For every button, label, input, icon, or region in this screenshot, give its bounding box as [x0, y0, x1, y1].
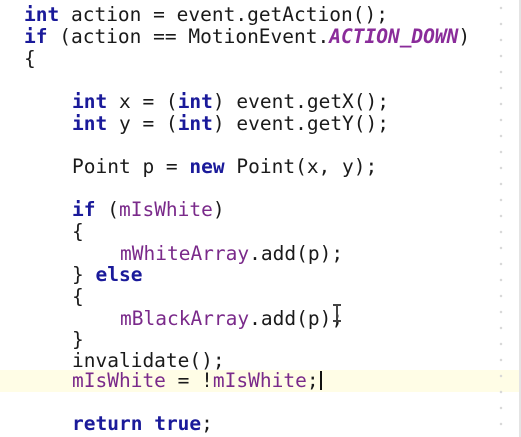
code-line-8: {: [72, 221, 84, 243]
code-line-15[interactable]: mIsWhite = !mIsWhite;: [72, 370, 322, 392]
brace: {: [72, 220, 84, 243]
keyword-int: int: [72, 90, 108, 113]
code-text: action = event.getAction();: [59, 3, 388, 26]
keyword-return: return: [72, 412, 143, 435]
code-line-5: int y = (int) event.getY();: [72, 113, 389, 135]
code-line-2: if (action == MotionEvent.ACTION_DOWN): [24, 26, 470, 48]
margin-guide: [499, 0, 503, 437]
code-text: .add(p);: [249, 307, 344, 330]
code-text: .add(p);: [249, 242, 344, 265]
code-text: Point p =: [72, 155, 190, 178]
code-text: ;: [306, 369, 319, 392]
code-line-12: mBlackArray.add(p);: [120, 308, 343, 330]
brace: }: [72, 328, 84, 351]
field-mIsWhite: mIsWhite: [118, 198, 213, 221]
keyword-int: int: [72, 112, 108, 135]
code-text: (: [95, 198, 119, 221]
code-line-7: if (mIsWhite): [72, 199, 225, 221]
code-text: Point(x, y);: [224, 155, 378, 178]
code-editor[interactable]: int action = event.getAction(); if (acti…: [0, 0, 521, 437]
field-mIsWhite: mIsWhite: [72, 369, 166, 392]
code-text: x = (: [107, 90, 178, 113]
brace: {: [24, 47, 36, 70]
brace: {: [72, 285, 84, 308]
field-mWhiteArray: mWhiteArray: [120, 242, 250, 265]
code-line-13: }: [72, 329, 84, 351]
code-line-11: {: [72, 286, 84, 308]
keyword-if: if: [72, 198, 96, 221]
code-text: ): [458, 25, 471, 48]
code-line-6: Point p = new Point(x, y);: [72, 156, 377, 178]
constant-action-down: ACTION_DOWN: [329, 25, 459, 48]
code-line-3: {: [24, 48, 36, 70]
code-line-4: int x = (int) event.getX();: [72, 91, 389, 113]
keyword-else: else: [95, 263, 143, 286]
code-text: y = (: [107, 112, 178, 135]
keyword-if: if: [24, 25, 48, 48]
code-line-16: return true;: [72, 413, 213, 435]
code-text: }: [72, 263, 96, 286]
i-beam-cursor-icon: [333, 304, 341, 322]
code-text: (action == MotionEvent.: [47, 25, 330, 48]
code-text: ;: [201, 412, 213, 435]
keyword-int: int: [177, 112, 213, 135]
code-text: = !: [165, 369, 213, 392]
keyword-true: true: [154, 412, 202, 435]
field-mIsWhite: mIsWhite: [212, 369, 307, 392]
text-caret: [319, 371, 322, 390]
keyword-int: int: [24, 3, 60, 26]
code-line-9: mWhiteArray.add(p);: [120, 243, 343, 265]
keyword-int: int: [177, 90, 213, 113]
code-text: ): [212, 198, 225, 221]
keyword-new: new: [189, 155, 225, 178]
code-text: ) event.getY();: [212, 112, 390, 135]
field-mBlackArray: mBlackArray: [120, 307, 250, 330]
code-line-10: } else: [72, 264, 142, 286]
code-text: ) event.getX();: [212, 90, 390, 113]
code-line-1: int action = event.getAction();: [24, 4, 388, 26]
